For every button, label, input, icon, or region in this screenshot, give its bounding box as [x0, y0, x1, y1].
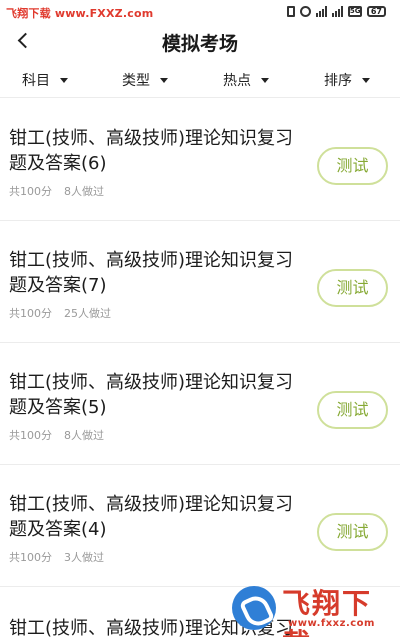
filter-label: 排序 — [324, 73, 352, 89]
exam-title: 钳工(技师、高级技师)理论知识复习题及答案(5) — [9, 372, 294, 418]
vibrate-icon — [286, 5, 295, 17]
alarm-icon — [299, 5, 311, 17]
exam-card[interactable]: 钳工(技师、高级技师)理论知识复习题及答案(4) 共100分 3人做过 测试 — [0, 465, 400, 587]
caret-down-icon — [261, 77, 269, 83]
filter-subject[interactable]: 科目 — [22, 69, 68, 91]
exam-meta: 共100分 8人做过 — [9, 183, 104, 199]
exam-title: 钳工(技师、高级技师)理论知识复习题及答案(6) — [9, 128, 294, 174]
filter-label: 科目 — [22, 73, 50, 89]
caret-down-icon — [60, 77, 68, 83]
exam-meta: 共100分 8人做过 — [9, 427, 104, 443]
exam-takers: 8人做过 — [64, 185, 104, 198]
test-button[interactable]: 测试 — [317, 391, 388, 429]
title-bar: 模拟考场 — [0, 24, 400, 58]
status-icons: 5G 67 — [286, 4, 386, 18]
exam-takers: 3人做过 — [64, 551, 104, 564]
signal-icon — [315, 5, 327, 17]
exam-score: 共100分 — [9, 185, 52, 198]
filter-sort[interactable]: 排序 — [324, 69, 370, 91]
exam-card[interactable]: 钳工(技师、高级技师)理论知识复习题及答案(6) 共100分 8人做过 测试 — [0, 99, 400, 221]
exam-takers: 8人做过 — [64, 429, 104, 442]
site-logo: 飞翔下载 www.fxxz.com — [232, 580, 388, 637]
test-button[interactable]: 测试 — [317, 147, 388, 185]
exam-card[interactable]: 钳工(技师、高级技师)理论知识复习题及答案(7) 共100分 25人做过 测试 — [0, 221, 400, 343]
caret-down-icon — [160, 77, 168, 83]
exam-score: 共100分 — [9, 429, 52, 442]
exam-score: 共100分 — [9, 551, 52, 564]
status-bar: 飞翔下载 www.FXXZ.com 5G 67 — [0, 0, 400, 24]
wifi-icon: 5G — [347, 5, 362, 17]
filter-hot[interactable]: 热点 — [223, 69, 269, 91]
signal-icon — [331, 5, 343, 17]
exam-title: 钳工(技师、高级技师)理论知识复习题及答案(7) — [9, 250, 294, 296]
filter-label: 热点 — [223, 73, 251, 89]
battery-icon: 67 — [366, 5, 386, 17]
page-title: 模拟考场 — [161, 33, 238, 55]
exam-card[interactable]: 钳工(技师、高级技师)理论知识复习题及答案(5) 共100分 8人做过 测试 — [0, 343, 400, 465]
test-button[interactable]: 测试 — [317, 513, 388, 551]
filter-bar: 科目 类型 热点 排序 — [0, 62, 400, 98]
filter-label: 类型 — [122, 73, 150, 89]
exam-meta: 共100分 3人做过 — [9, 549, 104, 565]
watermark-text: 飞翔下载 www.FXXZ.com — [6, 7, 154, 20]
exam-takers: 25人做过 — [64, 307, 111, 320]
logo-mark-icon — [232, 586, 276, 630]
logo-url: www.fxxz.com — [288, 618, 375, 629]
exam-title: 钳工(技师、高级技师)理论知识复习题及答案(4) — [9, 494, 294, 540]
exam-meta: 共100分 25人做过 — [9, 305, 111, 321]
caret-down-icon — [362, 77, 370, 83]
filter-type[interactable]: 类型 — [122, 69, 168, 91]
test-button[interactable]: 测试 — [317, 269, 388, 307]
exam-score: 共100分 — [9, 307, 52, 320]
